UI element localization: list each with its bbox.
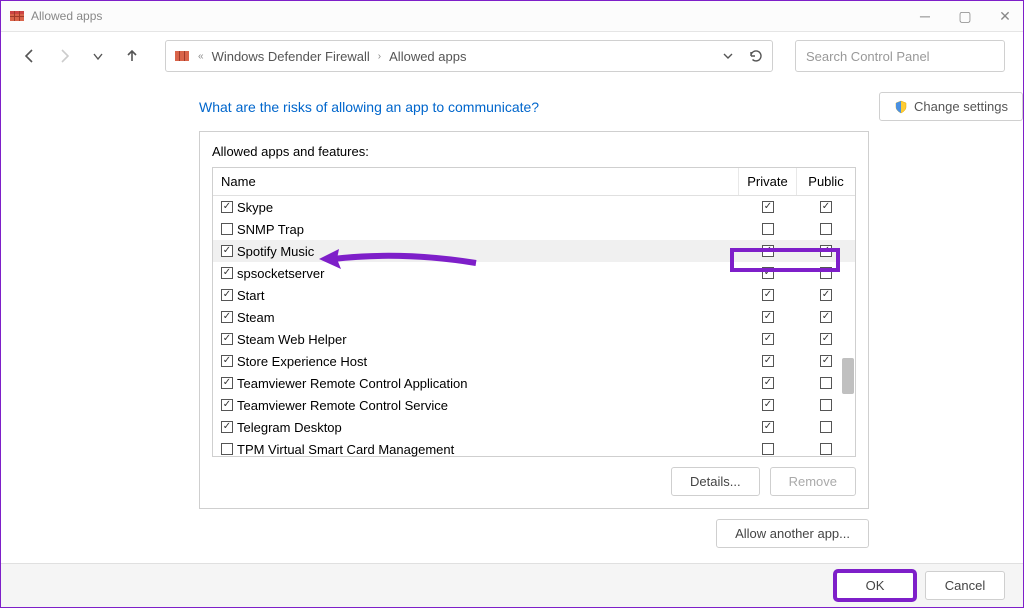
up-button[interactable]	[121, 45, 143, 67]
title-bar: Allowed apps ─ ▢ ✕	[1, 1, 1023, 31]
private-checkbox[interactable]	[762, 311, 774, 323]
risks-link[interactable]: What are the risks of allowing an app to…	[199, 99, 539, 115]
public-checkbox[interactable]	[820, 399, 832, 411]
table-row[interactable]: Store Experience Host	[213, 350, 855, 372]
app-name-label: Telegram Desktop	[237, 420, 342, 435]
apps-listbox[interactable]: Name Private Public Skype SNMP Trap Spotif…	[212, 167, 856, 457]
public-checkbox[interactable]	[820, 421, 832, 433]
table-row[interactable]: Steam	[213, 306, 855, 328]
table-row[interactable]: Teamviewer Remote Control Service	[213, 394, 855, 416]
forward-button[interactable]	[53, 45, 75, 67]
close-button[interactable]: ✕	[995, 8, 1015, 25]
table-row[interactable]: Spotify Music	[213, 240, 855, 262]
app-enabled-checkbox[interactable]	[221, 267, 233, 279]
private-checkbox[interactable]	[762, 333, 774, 345]
shield-icon	[894, 100, 908, 114]
public-checkbox[interactable]	[820, 311, 832, 323]
app-name-label: spsocketserver	[237, 266, 324, 281]
table-row[interactable]: Start	[213, 284, 855, 306]
public-checkbox[interactable]	[820, 245, 832, 257]
public-checkbox[interactable]	[820, 201, 832, 213]
table-row[interactable]: Teamviewer Remote Control Application	[213, 372, 855, 394]
table-row[interactable]: TPM Virtual Smart Card Management	[213, 438, 855, 460]
app-name-label: Spotify Music	[237, 244, 314, 259]
dropdown-icon[interactable]	[722, 50, 734, 62]
app-name-label: Steam	[237, 310, 275, 325]
firewall-icon	[174, 48, 190, 64]
private-checkbox[interactable]	[762, 289, 774, 301]
scrollbar-thumb[interactable]	[842, 358, 854, 394]
private-checkbox[interactable]	[762, 245, 774, 257]
app-enabled-checkbox[interactable]	[221, 399, 233, 411]
private-checkbox[interactable]	[762, 223, 774, 235]
change-settings-button[interactable]: Change settings	[879, 92, 1023, 121]
app-enabled-checkbox[interactable]	[221, 333, 233, 345]
column-private[interactable]: Private	[739, 168, 797, 195]
list-header: Name Private Public	[213, 168, 855, 196]
app-enabled-checkbox[interactable]	[221, 355, 233, 367]
column-name[interactable]: Name	[213, 168, 739, 195]
firewall-icon	[9, 8, 25, 24]
app-enabled-checkbox[interactable]	[221, 421, 233, 433]
app-enabled-checkbox[interactable]	[221, 289, 233, 301]
private-checkbox[interactable]	[762, 201, 774, 213]
window-controls: ─ ▢ ✕	[915, 8, 1015, 25]
nav-bar: « Windows Defender Firewall › Allowed ap…	[1, 32, 1023, 80]
app-name-label: Steam Web Helper	[237, 332, 347, 347]
app-name-label: TPM Virtual Smart Card Management	[237, 442, 454, 457]
table-row[interactable]: spsocketserver	[213, 262, 855, 284]
app-enabled-checkbox[interactable]	[221, 201, 233, 213]
cancel-button[interactable]: Cancel	[925, 571, 1005, 600]
search-input[interactable]: Search Control Panel	[795, 40, 1005, 72]
app-enabled-checkbox[interactable]	[221, 245, 233, 257]
public-checkbox[interactable]	[820, 443, 832, 455]
breadcrumb-item[interactable]: Windows Defender Firewall	[212, 49, 370, 64]
table-row[interactable]: Skype	[213, 196, 855, 218]
table-row[interactable]: Steam Web Helper	[213, 328, 855, 350]
public-checkbox[interactable]	[820, 289, 832, 301]
private-checkbox[interactable]	[762, 421, 774, 433]
table-row[interactable]: Telegram Desktop	[213, 416, 855, 438]
app-name-label: Teamviewer Remote Control Service	[237, 398, 448, 413]
allow-another-app-button[interactable]: Allow another app...	[716, 519, 869, 548]
details-button[interactable]: Details...	[671, 467, 760, 496]
window-title: Allowed apps	[31, 9, 102, 23]
back-button[interactable]	[19, 45, 41, 67]
app-enabled-checkbox[interactable]	[221, 311, 233, 323]
refresh-icon[interactable]	[748, 48, 764, 64]
private-checkbox[interactable]	[762, 399, 774, 411]
recent-dropdown[interactable]	[87, 45, 109, 67]
chevron-right-icon: ›	[378, 51, 381, 62]
remove-button: Remove	[770, 467, 856, 496]
table-row[interactable]: SNMP Trap	[213, 218, 855, 240]
maximize-button[interactable]: ▢	[955, 8, 975, 25]
public-checkbox[interactable]	[820, 223, 832, 235]
app-name-label: Store Experience Host	[237, 354, 367, 369]
public-checkbox[interactable]	[820, 377, 832, 389]
public-checkbox[interactable]	[820, 333, 832, 345]
private-checkbox[interactable]	[762, 267, 774, 279]
ok-button[interactable]: OK	[835, 571, 915, 600]
app-enabled-checkbox[interactable]	[221, 223, 233, 235]
app-name-label: Start	[237, 288, 264, 303]
column-public[interactable]: Public	[797, 168, 855, 195]
app-name-label: Teamviewer Remote Control Application	[237, 376, 468, 391]
app-name-label: SNMP Trap	[237, 222, 304, 237]
private-checkbox[interactable]	[762, 355, 774, 367]
private-checkbox[interactable]	[762, 443, 774, 455]
private-checkbox[interactable]	[762, 377, 774, 389]
app-enabled-checkbox[interactable]	[221, 377, 233, 389]
address-bar[interactable]: « Windows Defender Firewall › Allowed ap…	[165, 40, 773, 72]
breadcrumb-prefix: «	[198, 51, 204, 62]
app-name-label: Skype	[237, 200, 273, 215]
app-enabled-checkbox[interactable]	[221, 443, 233, 455]
search-placeholder: Search Control Panel	[806, 49, 930, 64]
breadcrumb-item[interactable]: Allowed apps	[389, 49, 466, 64]
public-checkbox[interactable]	[820, 267, 832, 279]
public-checkbox[interactable]	[820, 355, 832, 367]
panel-label: Allowed apps and features:	[212, 144, 856, 159]
allowed-apps-panel: Allowed apps and features: Name Private …	[199, 131, 869, 509]
dialog-footer: OK Cancel	[1, 563, 1023, 607]
minimize-button[interactable]: ─	[915, 8, 935, 25]
